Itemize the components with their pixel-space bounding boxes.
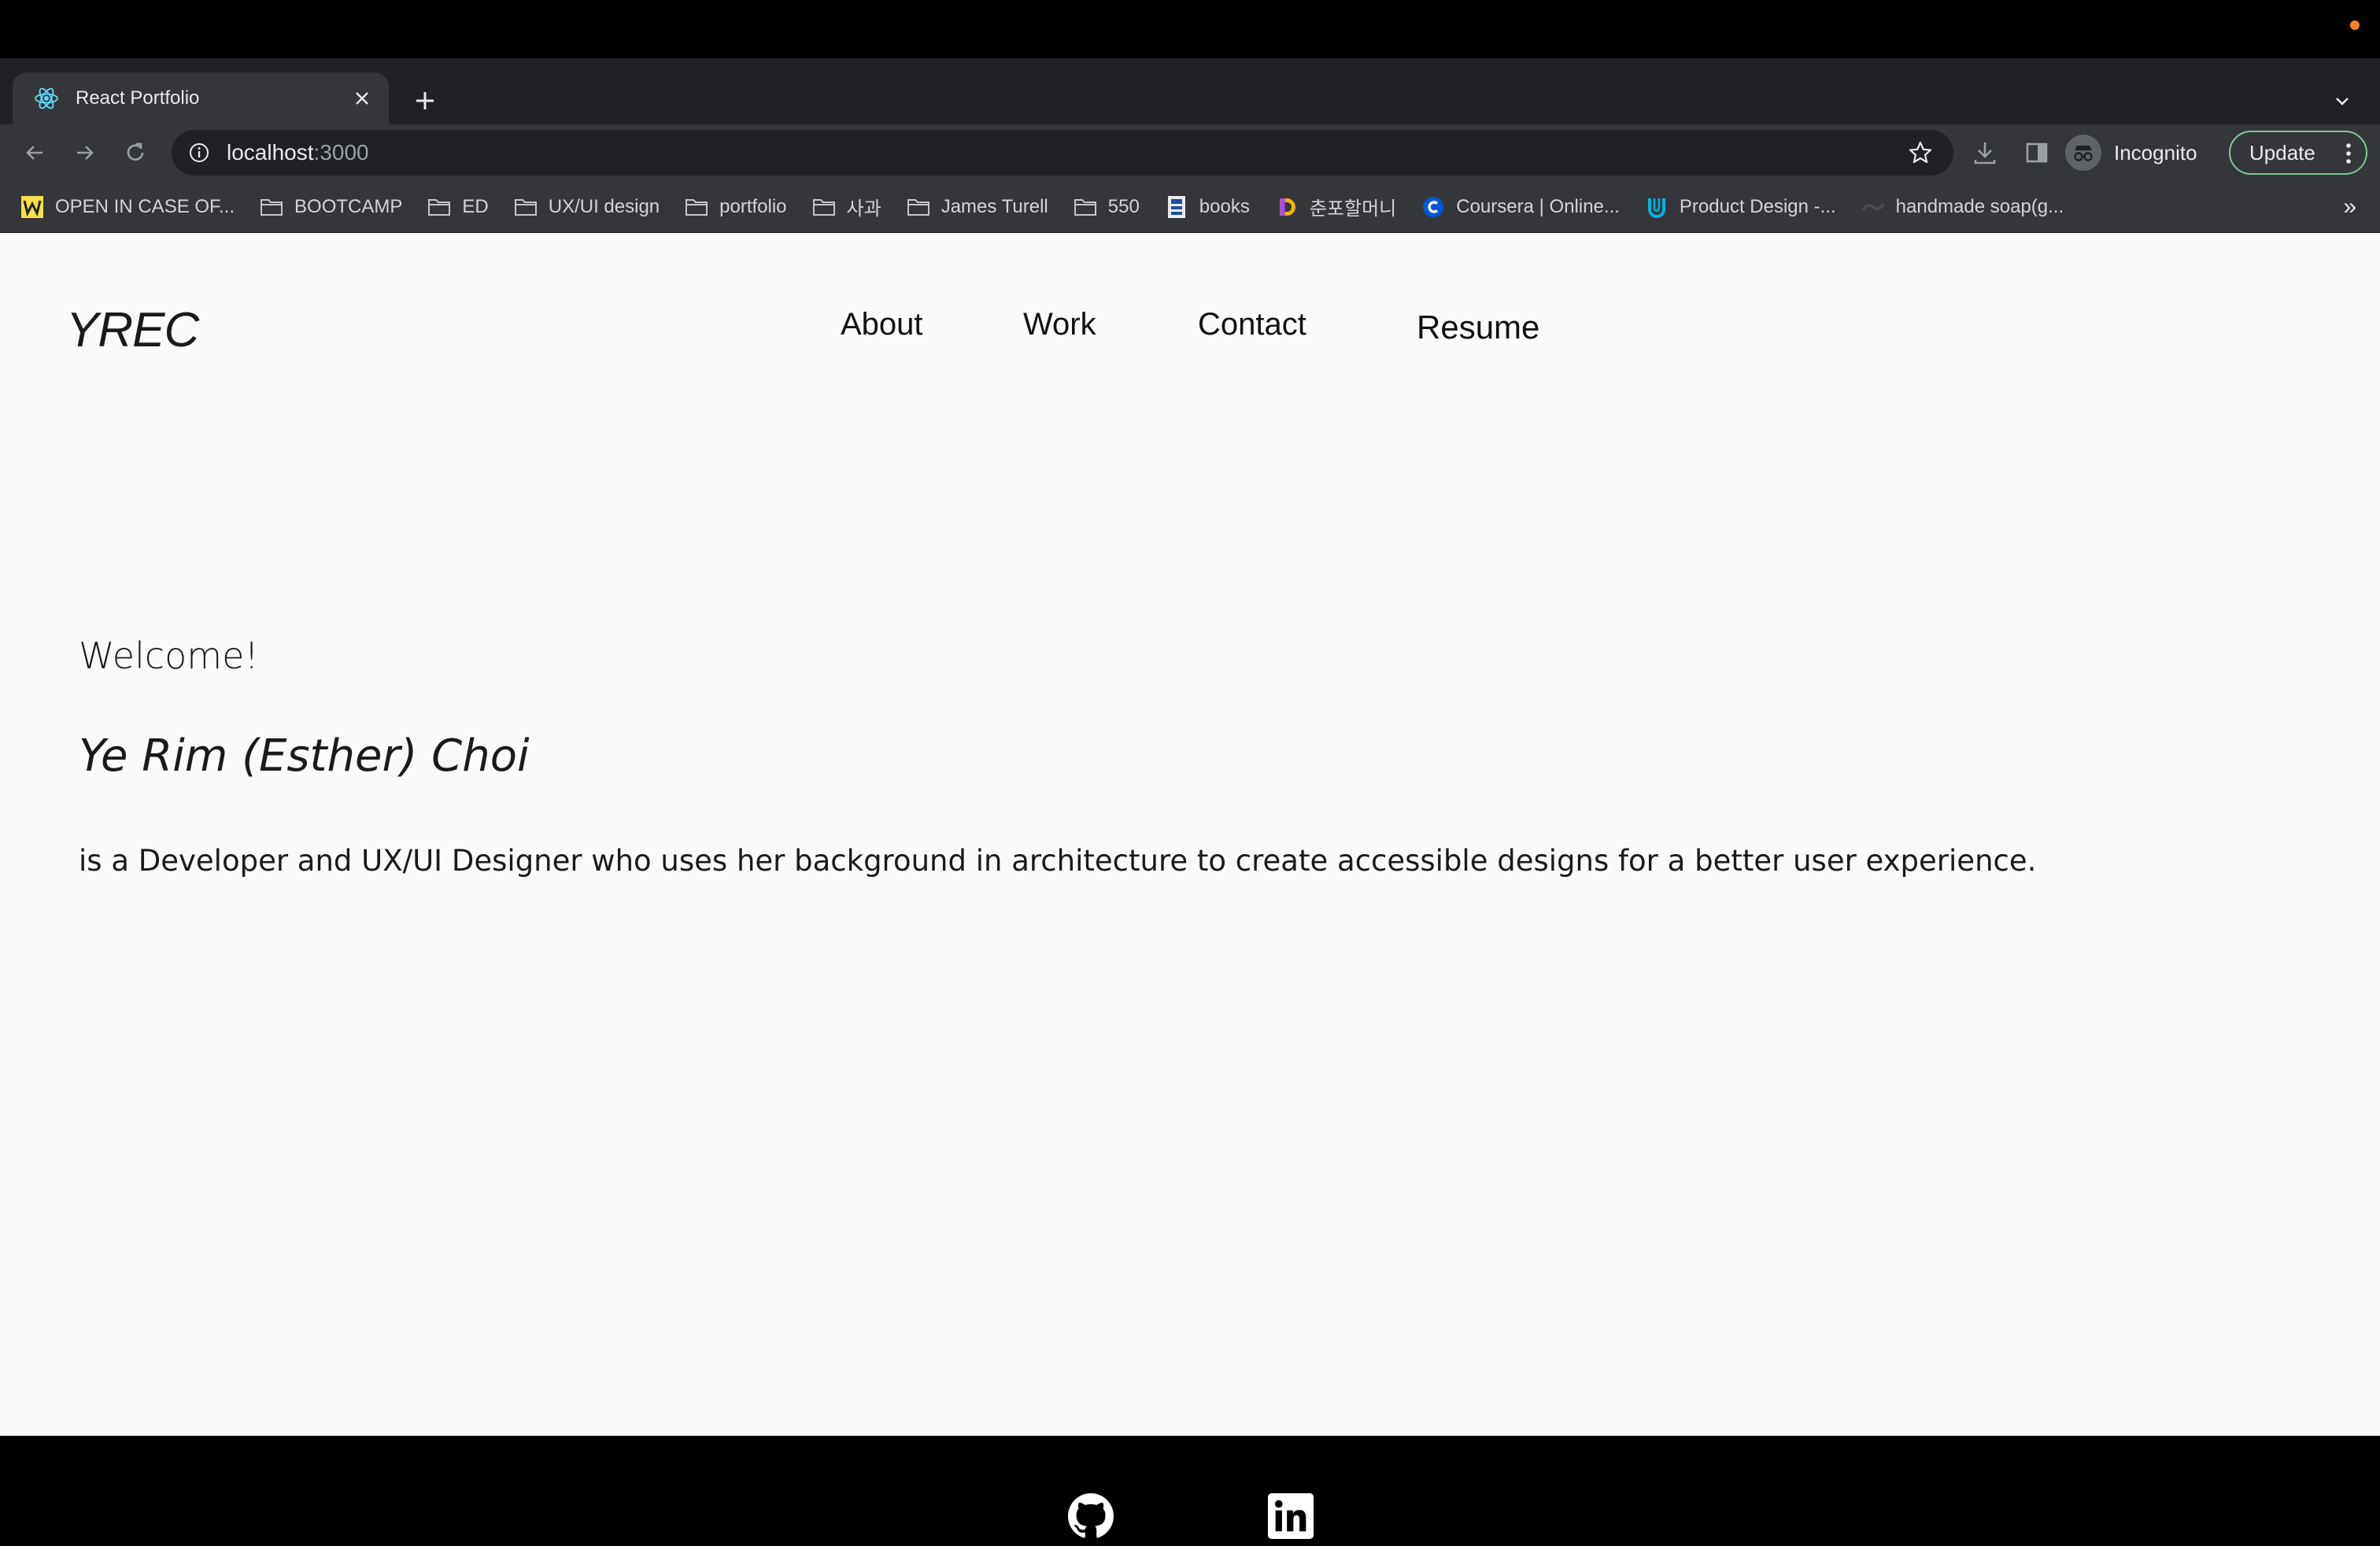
bookmark-james-turell[interactable]: James Turell <box>907 190 1048 224</box>
react-icon <box>33 85 60 112</box>
star-icon[interactable] <box>1905 137 1936 168</box>
info-icon[interactable] <box>186 139 213 166</box>
back-button[interactable] <box>16 134 54 172</box>
new-tab-button[interactable] <box>409 85 441 117</box>
reload-button[interactable] <box>116 134 154 172</box>
nav-resume[interactable]: Resume <box>1417 309 1539 346</box>
close-icon[interactable] <box>351 87 373 109</box>
folder-icon <box>812 195 836 219</box>
profile-button[interactable]: Incognito <box>2065 132 2197 173</box>
bookmark-550[interactable]: 550 <box>1074 190 1140 224</box>
url-host: localhost <box>227 140 314 165</box>
github-icon[interactable] <box>1067 1492 1114 1540</box>
d-logo-icon <box>1275 195 1299 219</box>
folder-icon <box>907 195 930 219</box>
tab-title: React Portfolio <box>76 87 200 109</box>
nav-work[interactable]: Work <box>1023 307 1096 342</box>
bookmark-ux-ui-design[interactable]: UX/UI design <box>514 190 660 224</box>
u-logo-icon <box>1645 195 1669 219</box>
linkedin-icon[interactable] <box>1267 1492 1314 1540</box>
bookmark-bootcamp[interactable]: BOOTCAMP <box>260 190 402 224</box>
site-logo[interactable]: YREC <box>66 302 199 358</box>
update-button[interactable]: Update <box>2229 131 2367 175</box>
reload-icon <box>127 142 144 161</box>
tab-react-portfolio[interactable]: React Portfolio <box>13 72 389 124</box>
download-icon[interactable] <box>1968 135 2002 170</box>
hero-greeting: Welcome! <box>79 634 259 677</box>
bookmark-handmade-soap[interactable]: handmade soap(g... <box>1861 190 2064 224</box>
bookmarks-overflow-button[interactable]: » <box>2343 194 2356 220</box>
bookmark-product-design[interactable]: Product Design -... <box>1645 190 1836 224</box>
soap-icon <box>1861 195 1885 219</box>
nav-about[interactable]: About <box>841 307 923 342</box>
bookmark-portfolio[interactable]: portfolio <box>685 190 787 224</box>
w-favicon-icon <box>20 195 44 219</box>
arrow-left-icon <box>26 146 42 160</box>
os-menu-bar <box>0 0 2380 58</box>
site-footer <box>0 1436 2380 1546</box>
bookmark-chunpo[interactable]: 춘포할머니 <box>1275 190 1396 224</box>
hero-bio: is a Developer and UX/UI Designer who us… <box>79 844 2037 878</box>
update-label: Update <box>2249 140 2315 165</box>
browser-toolbar: localhost:3000 Incognito Update <box>0 124 2380 181</box>
bookmarks-bar: OPEN IN CASE OF... BOOTCAMP ED UX/UI des… <box>0 181 2380 233</box>
folder-icon <box>685 195 708 219</box>
bookmark-books[interactable]: books <box>1165 190 1250 224</box>
url-port: :3000 <box>313 140 369 165</box>
coursera-icon <box>1421 195 1445 219</box>
bookmark-sagwa[interactable]: 사과 <box>812 190 881 224</box>
forward-button[interactable] <box>66 134 104 172</box>
folder-icon <box>260 195 283 219</box>
incognito-icon <box>2065 135 2101 171</box>
status-dot <box>2350 20 2360 30</box>
folder-icon <box>514 195 538 219</box>
more-vert-icon[interactable] <box>2345 142 2352 168</box>
page-content: YREC About Work Contact Resume Welcome! … <box>0 233 2380 1436</box>
folder-icon <box>427 195 451 219</box>
tab-strip: React Portfolio <box>0 58 2380 124</box>
bookmark-coursera[interactable]: Coursera | Online... <box>1421 190 1620 224</box>
bookmark-ed[interactable]: ED <box>427 190 489 224</box>
address-bar[interactable]: localhost:3000 <box>172 130 1953 176</box>
arrow-right-icon <box>77 146 94 160</box>
folder-icon <box>1074 195 1097 219</box>
profile-label: Incognito <box>2114 140 2197 165</box>
nav-contact[interactable]: Contact <box>1198 307 1306 342</box>
chevron-down-icon[interactable] <box>2328 87 2356 115</box>
hero-name: Ye Rim (Esther) Choi <box>79 730 530 782</box>
bookmark-open-in-case-of[interactable]: OPEN IN CASE OF... <box>20 190 235 224</box>
side-panel-icon[interactable] <box>2020 135 2054 170</box>
books-icon <box>1165 195 1188 219</box>
